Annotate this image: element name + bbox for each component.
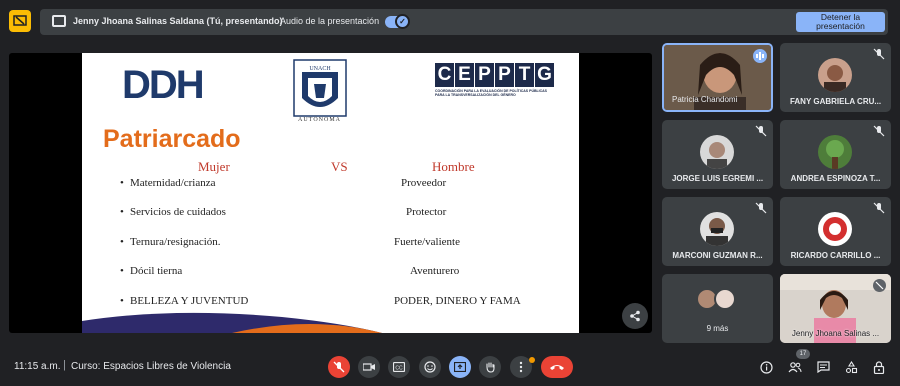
participant-name: Jenny Jhoana Salinas ... — [791, 329, 880, 338]
list-item: Aventurero — [410, 265, 460, 277]
list-item: Protector — [406, 206, 447, 218]
present-icon[interactable] — [449, 356, 471, 378]
participant-name: Patricia Chandomi — [672, 95, 738, 104]
ceptg-letter: E — [455, 63, 474, 87]
presenting-banner: Jenny Jhoana Salinas Saldana (Tú, presen… — [40, 9, 888, 35]
ceptg-letter: P — [495, 63, 514, 87]
mic-off-icon — [873, 202, 885, 214]
ceptg-letters: CEPPTG — [435, 63, 557, 87]
list-item: • Servicios de cuidados — [120, 206, 226, 218]
clock: 11:15 a.m. — [14, 361, 61, 372]
avatar — [818, 135, 852, 169]
avatar — [818, 212, 852, 246]
ddh-logo: DDH — [122, 63, 205, 107]
svg-text:CC: CC — [395, 366, 403, 372]
participant-name: ANDREA ESPINOZA T... — [790, 174, 881, 183]
stop-presenting-button[interactable]: Detener la presentación — [796, 12, 885, 32]
people-icon[interactable] — [785, 357, 805, 377]
column-heading-mujer: Mujer — [198, 159, 230, 174]
participant-name: FANY GABRIELA CRU... — [789, 97, 882, 106]
participant-tile[interactable]: FANY GABRIELA CRU... — [780, 43, 891, 112]
participant-name: RICARDO CARRILLO ... — [790, 251, 881, 260]
avatar — [818, 58, 852, 92]
unach-caption: AUTÓNOMA — [298, 117, 341, 123]
participant-tile[interactable]: ANDREA ESPINOZA T... — [780, 120, 891, 189]
ceptg-letter: C — [435, 63, 454, 87]
divider: | — [63, 359, 66, 371]
list-item: Proveedor — [401, 177, 447, 189]
column-heading-hombre: Hombre — [432, 159, 475, 174]
host-controls-icon[interactable] — [869, 357, 889, 377]
top-bar: Jenny Jhoana Salinas Saldana (Tú, presen… — [0, 0, 900, 42]
call-end-icon[interactable] — [541, 356, 573, 378]
mic-off-icon — [755, 202, 767, 214]
captions-icon[interactable]: CC — [388, 356, 410, 378]
presentation-audio-toggle[interactable]: ✓ — [385, 14, 410, 29]
presentation-audio-label: Audio de la presentación — [280, 16, 380, 26]
presenter-label: Jenny Jhoana Salinas Saldana (Tú, presen… — [73, 16, 283, 26]
column-heading-vs: VS — [331, 159, 348, 174]
mic-off-icon — [873, 125, 885, 137]
participant-tile[interactable]: Patricia Chandomi — [662, 43, 773, 112]
ceptg-letter: P — [475, 63, 494, 87]
emoji-icon[interactable] — [419, 356, 441, 378]
hand-icon[interactable] — [479, 356, 501, 378]
list-item: PODER, DINERO Y FAMA — [394, 295, 521, 307]
participant-tile[interactable]: JORGE LUIS EGREMI ... — [662, 120, 773, 189]
avatar — [700, 135, 734, 169]
mic-off-icon — [873, 48, 885, 60]
notification-dot — [529, 357, 535, 363]
slide-title: Patriarcado — [103, 125, 241, 153]
meeting-title: Curso: Espacios Libres de Violencia — [71, 361, 231, 372]
more-participants-tile[interactable]: 9 más — [662, 274, 773, 343]
self-tile[interactable]: Jenny Jhoana Salinas ... — [780, 274, 891, 343]
more-participants-label: 9 más — [706, 324, 729, 333]
avatar — [714, 288, 736, 310]
speaking-icon — [753, 49, 767, 63]
participant-tile[interactable]: RICARDO CARRILLO ... — [780, 197, 891, 266]
list-item: • Dócil tierna — [120, 265, 183, 277]
svg-text:UNACH: UNACH — [309, 66, 331, 72]
present-to-all-icon — [9, 10, 31, 32]
camera-icon[interactable] — [358, 356, 380, 378]
list-item: Fuerte/valiente — [394, 236, 460, 248]
info-icon[interactable] — [756, 357, 776, 377]
ceptg-logo: CEPPTG COORDINACIÓN PARA LA EVALUACIÓN D… — [435, 63, 557, 101]
mic-off-icon — [755, 125, 767, 137]
chat-icon[interactable] — [813, 357, 833, 377]
list-item: • Ternura/resignación. — [120, 236, 221, 248]
list-item: • BELLEZA Y JUVENTUD — [120, 295, 249, 307]
mic-off-icon — [873, 279, 886, 292]
participant-tile[interactable]: MARCONI GUZMAN R... — [662, 197, 773, 266]
screen-share-icon — [52, 15, 66, 27]
activities-icon[interactable] — [841, 357, 861, 377]
check-icon: ✓ — [395, 14, 410, 29]
presentation-slide: DDH UNACH AUTÓNOMA CEPPTG COORDINACIÓN P… — [82, 53, 579, 333]
list-item: • Maternidad/crianza — [120, 177, 216, 189]
mic-off-icon[interactable] — [328, 356, 350, 378]
avatar — [700, 212, 734, 246]
slide-decoration — [82, 312, 382, 333]
participant-name: MARCONI GUZMAN R... — [672, 251, 763, 260]
share-icon[interactable] — [622, 303, 648, 329]
participant-name: JORGE LUIS EGREMI ... — [671, 174, 764, 183]
ceptg-letter: T — [515, 63, 534, 87]
ceptg-letter: G — [535, 63, 554, 87]
